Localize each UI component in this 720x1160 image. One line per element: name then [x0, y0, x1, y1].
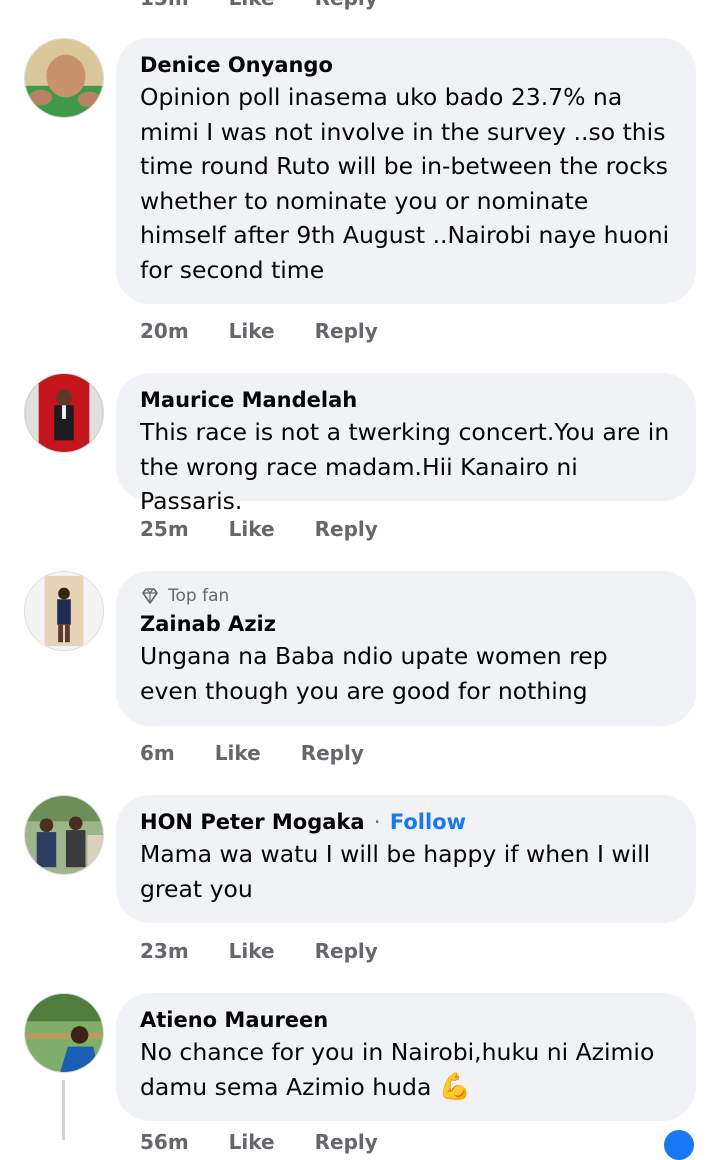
reply-button[interactable]: Reply — [315, 517, 378, 541]
comment-bubble: HON Peter Mogaka · Follow Mama wa watu I… — [116, 795, 696, 923]
avatar[interactable] — [24, 571, 104, 651]
woman-photo-icon — [25, 572, 103, 650]
avatar[interactable] — [24, 373, 104, 453]
comment-text: Ungana na Baba ndio upate women rep even… — [140, 642, 608, 705]
commenter-name[interactable]: HON Peter Mogaka — [140, 810, 365, 834]
flexed-biceps-emoji: 💪 — [438, 1071, 472, 1102]
commenter-name[interactable]: Zainab Aziz — [140, 609, 672, 639]
top-fan-label: Top fan — [168, 586, 230, 606]
separator-dot: · — [373, 810, 381, 834]
comment-bubble: Atieno Maureen No chance for you in Nair… — [116, 993, 696, 1121]
avatar[interactable] — [24, 38, 104, 118]
comment-actions: 25m Like Reply — [140, 514, 378, 544]
man-in-suit-photo-icon — [25, 374, 103, 452]
reply-button[interactable]: Reply — [315, 1130, 378, 1154]
comment-actions: 20m Like Reply — [140, 316, 378, 346]
comment-text: No chance for you in Nairobi,huku ni Azi… — [140, 1035, 672, 1104]
previous-comment-actions: 15m Like Reply — [140, 0, 378, 10]
comment-time[interactable]: 23m — [140, 939, 189, 963]
commenter-name[interactable]: Maurice Mandelah — [140, 385, 672, 415]
reply-button[interactable]: Reply — [301, 741, 364, 765]
like-reaction-icon[interactable] — [664, 1130, 694, 1160]
comment-time[interactable]: 6m — [140, 741, 175, 765]
comment-text: Mama wa watu I will be happy if when I w… — [140, 840, 651, 903]
like-button[interactable]: Like — [229, 319, 275, 343]
comment-time[interactable]: 56m — [140, 1130, 189, 1154]
commenter-name[interactable]: Denice Onyango — [140, 50, 672, 80]
previous-time: 15m — [140, 0, 189, 10]
comment-actions: 56m Like Reply — [140, 1130, 378, 1154]
comment-actions: 6m Like Reply — [140, 738, 364, 768]
comment-time[interactable]: 25m — [140, 517, 189, 541]
like-button[interactable]: Like — [229, 939, 275, 963]
comment-bubble: Top fan Zainab Aziz Ungana na Baba ndio … — [116, 571, 696, 726]
commenter-name[interactable]: Atieno Maureen — [140, 1005, 672, 1035]
avatar[interactable] — [24, 795, 104, 875]
commenter-name-row: HON Peter Mogaka · Follow — [140, 807, 672, 837]
previous-reply-button[interactable]: Reply — [315, 0, 378, 10]
woman-outdoors-photo-icon — [25, 994, 103, 1072]
comment-time[interactable]: 20m — [140, 319, 189, 343]
follow-button[interactable]: Follow — [390, 810, 466, 834]
comment-text-body: No chance for you in Nairobi,huku ni Azi… — [140, 1038, 655, 1101]
group-photo-icon — [25, 796, 103, 874]
baby-photo-icon — [25, 39, 103, 117]
previous-like-button[interactable]: Like — [229, 0, 275, 10]
comment-bubble: Maurice Mandelah This race is not a twer… — [116, 373, 696, 515]
reply-button[interactable]: Reply — [315, 319, 378, 343]
like-button[interactable]: Like — [215, 741, 261, 765]
top-fan-badge: Top fan — [140, 583, 672, 609]
comment-bubble: Denice Onyango Opinion poll inasema uko … — [116, 38, 696, 304]
reply-thread-line — [62, 1080, 65, 1140]
reply-button[interactable]: Reply — [315, 939, 378, 963]
comment-actions: 23m Like Reply — [140, 936, 378, 966]
comment-text: This race is not a twerking concert.You … — [140, 418, 670, 515]
avatar[interactable] — [24, 993, 104, 1073]
comment-text: Opinion poll inasema uko bado 23.7% na m… — [140, 83, 670, 284]
diamond-badge-icon — [142, 588, 158, 604]
like-button[interactable]: Like — [229, 517, 275, 541]
like-button[interactable]: Like — [229, 1130, 275, 1154]
